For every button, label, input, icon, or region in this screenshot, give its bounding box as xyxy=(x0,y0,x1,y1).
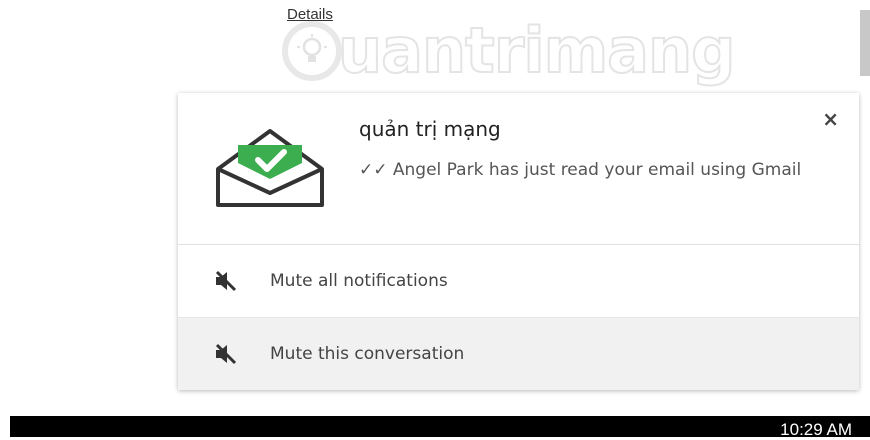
mute-icon xyxy=(215,343,237,365)
details-link[interactable]: Details xyxy=(287,6,333,23)
notification-message: ✓✓ Angel Park has just read your email u… xyxy=(359,160,802,180)
close-button[interactable]: × xyxy=(822,107,839,131)
notification-card: quản trị mạng ✓✓ Angel Park has just rea… xyxy=(178,93,859,390)
open-envelope-check-icon xyxy=(216,129,324,207)
mute-conversation-button[interactable]: Mute this conversation xyxy=(178,317,859,390)
notification-body[interactable]: quản trị mạng ✓✓ Angel Park has just rea… xyxy=(178,93,859,245)
taskbar-clock[interactable]: 10:29 AM xyxy=(780,420,852,440)
mute-all-notifications-button[interactable]: Mute all notifications xyxy=(178,245,859,317)
scrollbar-thumb[interactable] xyxy=(860,10,870,76)
watermark-text: uantrimang xyxy=(337,14,737,87)
watermark: uantrimang xyxy=(282,14,737,87)
mute-icon xyxy=(215,270,237,292)
taskbar: 10:29 AM xyxy=(10,416,870,440)
mute-all-label: Mute all notifications xyxy=(270,271,448,291)
lightbulb-icon xyxy=(282,21,342,81)
mute-conversation-label: Mute this conversation xyxy=(270,344,465,364)
notification-title: quản trị mạng xyxy=(359,117,501,141)
